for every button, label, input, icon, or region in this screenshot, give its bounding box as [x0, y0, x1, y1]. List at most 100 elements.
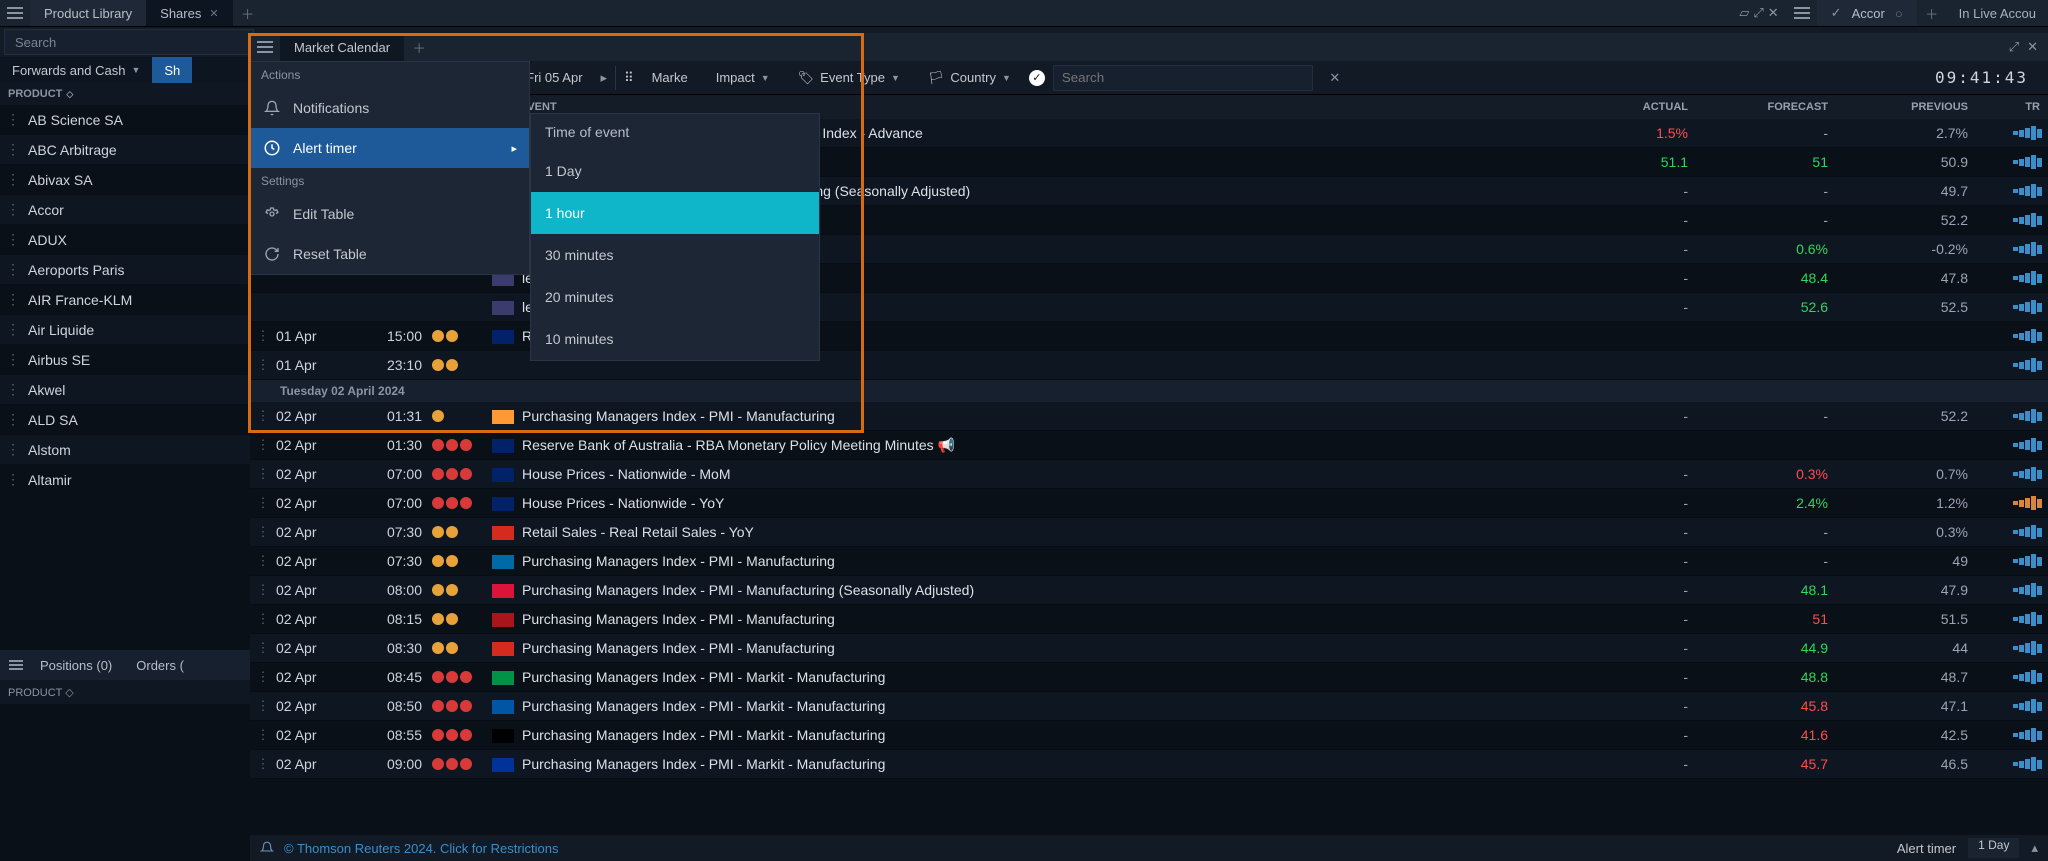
hamburger-icon[interactable]: [6, 650, 26, 680]
grid-icon[interactable]: ⠿: [624, 70, 634, 86]
tab-product-library[interactable]: Product Library: [30, 0, 146, 26]
expand-icon[interactable]: ⤢: [2009, 39, 2019, 55]
hamburger-button-right[interactable]: [1787, 0, 1817, 26]
drag-icon[interactable]: ⋮: [250, 553, 276, 569]
window-expand-icon[interactable]: ⤢: [1753, 5, 1763, 21]
drag-icon[interactable]: ⋮: [6, 231, 22, 248]
filter-country[interactable]: 🏳 Country ▼: [918, 65, 1021, 91]
chip-forwards-cash[interactable]: Forwards and Cash ▼: [0, 57, 152, 83]
drag-icon[interactable]: ⋮: [250, 756, 276, 772]
window-minimize-icon[interactable]: ▱: [1739, 5, 1749, 21]
drag-icon[interactable]: ⋮: [6, 351, 22, 368]
window-close-icon[interactable]: ✕: [1768, 5, 1779, 21]
drag-icon[interactable]: ⋮: [6, 201, 22, 218]
event-row[interactable]: ⋮01 Apr23:10: [250, 351, 2048, 380]
drag-icon[interactable]: ⋮: [250, 357, 276, 373]
event-row[interactable]: ⋮02 Apr08:30Purchasing Managers Index - …: [250, 634, 2048, 663]
bell-icon[interactable]: [260, 841, 274, 855]
drag-icon[interactable]: ⋮: [250, 611, 276, 627]
drag-icon[interactable]: ⋮: [6, 471, 22, 488]
drag-icon[interactable]: ⋮: [250, 698, 276, 714]
drag-icon[interactable]: ⋮: [6, 261, 22, 278]
drag-icon[interactable]: ⋮: [250, 727, 276, 743]
hamburger-button[interactable]: [0, 0, 30, 26]
event-row[interactable]: ⋮02 Apr01:31Purchasing Managers Index - …: [250, 402, 2048, 431]
search-input[interactable]: [1053, 65, 1313, 91]
col-event: EVENT: [510, 101, 1558, 113]
calendar-title-tab[interactable]: Market Calendar: [280, 33, 404, 61]
drag-icon[interactable]: ⋮: [250, 437, 276, 453]
copyright-link[interactable]: © Thomson Reuters 2024. Click for Restri…: [284, 841, 559, 856]
event-row[interactable]: ⋮02 Apr08:50Purchasing Managers Index - …: [250, 692, 2048, 721]
drag-icon[interactable]: ⋮: [6, 141, 22, 158]
submenu-item[interactable]: 1 Day: [531, 150, 819, 192]
drag-icon[interactable]: ⋮: [250, 669, 276, 685]
event-row[interactable]: ⋮02 Apr08:45Purchasing Managers Index - …: [250, 663, 2048, 692]
close-icon[interactable]: ✕: [209, 7, 218, 20]
drag-icon[interactable]: ⋮: [6, 171, 22, 188]
drag-icon[interactable]: ⋮: [250, 640, 276, 656]
drag-icon[interactable]: ⋮: [6, 411, 22, 428]
drag-icon[interactable]: ⋮: [250, 466, 276, 482]
event-time: 01:30: [358, 437, 432, 453]
add-tab-button[interactable]: ＋: [404, 38, 434, 57]
drag-icon[interactable]: ⋮: [6, 381, 22, 398]
event-row[interactable]: ⋮02 Apr07:30Purchasing Managers Index - …: [250, 547, 2048, 576]
event-row[interactable]: ⋮01 Apr15:00RBA Assistant Governor Kent …: [250, 322, 2048, 351]
menu-item-alert-timer[interactable]: Alert timer ▸: [251, 128, 529, 168]
drag-icon[interactable]: ⋮: [6, 321, 22, 338]
hamburger-button[interactable]: [250, 33, 280, 61]
drag-icon[interactable]: ⋮: [250, 495, 276, 511]
tab-positions[interactable]: Positions (0): [30, 654, 122, 677]
add-tab-button[interactable]: ＋: [233, 4, 263, 23]
submenu-item[interactable]: 1 hour: [531, 192, 819, 234]
tab-shares[interactable]: Shares ✕: [146, 0, 232, 26]
day-separator: Tuesday 02 April 2024: [250, 380, 2048, 402]
event-name: Purchasing Managers Index - PMI - Markit…: [522, 698, 1558, 714]
submenu-item[interactable]: 30 minutes: [531, 234, 819, 276]
check-icon: ✓: [1831, 5, 1842, 21]
triangle-up-icon[interactable]: ▴: [2031, 840, 2038, 856]
drag-icon[interactable]: ⋮: [6, 291, 22, 308]
drag-icon[interactable]: ⋮: [6, 111, 22, 128]
close-icon[interactable]: ✕: [2027, 39, 2038, 55]
add-tab-button-right[interactable]: ＋: [1917, 4, 1947, 23]
filter-event-type[interactable]: 🏷 Event Type ▼: [788, 65, 910, 91]
event-row[interactable]: ⋮02 Apr01:30Reserve Bank of Australia - …: [250, 431, 2048, 460]
filter-market[interactable]: Marke: [642, 65, 698, 91]
drag-icon[interactable]: ⋮: [6, 441, 22, 458]
menu-item-edit-table[interactable]: Edit Table: [251, 194, 529, 234]
event-date: 02 Apr: [276, 611, 358, 627]
event-time: 08:45: [358, 669, 432, 685]
drag-icon[interactable]: ⋮: [250, 408, 276, 424]
close-search-button[interactable]: ✕: [1321, 65, 1349, 91]
one-day-button[interactable]: 1 Day: [1968, 838, 2019, 858]
menu-item-reset-table[interactable]: Reset Table: [251, 234, 529, 274]
event-row[interactable]: ⋮02 Apr07:30Retail Sales - Real Retail S…: [250, 518, 2048, 547]
impact-dots: [432, 468, 492, 480]
search-input-left[interactable]: Search: [4, 29, 254, 55]
event-row[interactable]: ⋮02 Apr09:00Purchasing Managers Index - …: [250, 750, 2048, 779]
drag-icon[interactable]: ⋮: [250, 582, 276, 598]
event-name: Purchasing Managers Index - PMI - Manufa…: [522, 640, 1558, 656]
event-row[interactable]: ⋮02 Apr08:55Purchasing Managers Index - …: [250, 721, 2048, 750]
event-row[interactable]: ⋮02 Apr08:15Purchasing Managers Index - …: [250, 605, 2048, 634]
next-icon[interactable]: ▸: [601, 70, 608, 86]
filter-impact[interactable]: Impact ▼: [706, 65, 780, 91]
event-row[interactable]: ⋮lex - PMI - ISM - Manufacturing Prices …: [250, 293, 2048, 322]
event-row[interactable]: ⋮02 Apr07:00House Prices - Nationwide - …: [250, 460, 2048, 489]
submenu-item[interactable]: 20 minutes: [531, 276, 819, 318]
event-actual: -: [1558, 669, 1698, 685]
event-row[interactable]: ⋮02 Apr08:00Purchasing Managers Index - …: [250, 576, 2048, 605]
chip-sh[interactable]: Sh: [152, 57, 192, 83]
drag-icon[interactable]: ⋮: [250, 524, 276, 540]
sort-icon[interactable]: ◇: [66, 89, 73, 100]
event-row[interactable]: ⋮02 Apr07:00House Prices - Nationwide - …: [250, 489, 2048, 518]
menu-item-notifications[interactable]: Notifications: [251, 88, 529, 128]
tab-orders[interactable]: Orders (: [126, 654, 194, 677]
tab-accor[interactable]: ✓ Accor ○: [1817, 0, 1917, 26]
check-circle-icon[interactable]: ✓: [1029, 70, 1045, 86]
event-name: Purchasing Managers Index - PMI - Markit…: [522, 727, 1558, 743]
drag-icon[interactable]: ⋮: [250, 328, 276, 344]
submenu-item[interactable]: 10 minutes: [531, 318, 819, 360]
